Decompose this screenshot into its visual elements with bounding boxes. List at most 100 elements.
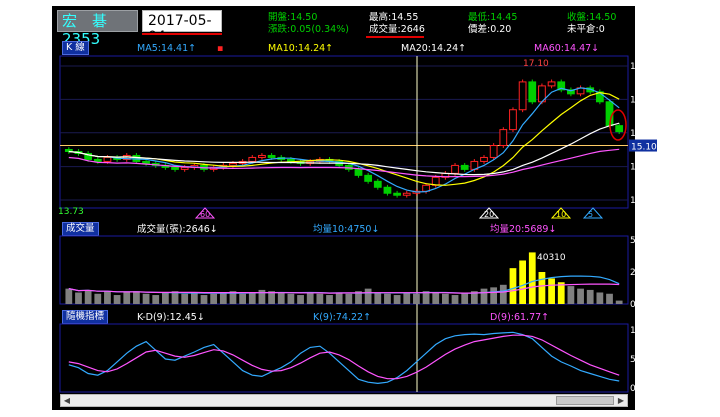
volume-bar <box>142 293 150 304</box>
peak-price-label: 17.10 <box>523 59 549 69</box>
volume-bar <box>200 295 208 304</box>
volume-bar <box>451 295 459 304</box>
scroll-left-icon[interactable]: ◀ <box>61 395 73 406</box>
candle-body <box>499 129 508 147</box>
volume-bar <box>113 295 121 304</box>
candle-body <box>171 166 179 170</box>
price-tick-label: 13.73 <box>630 196 656 206</box>
volume-avg10-line <box>68 275 620 294</box>
volume-bar <box>577 288 584 304</box>
volume-bar <box>615 300 623 304</box>
volume-bar <box>345 293 353 304</box>
volume-bar <box>287 293 295 304</box>
volume-bar <box>606 293 613 304</box>
candle-body <box>528 81 537 103</box>
ma-marker-label: 10 <box>556 210 566 219</box>
candle-body <box>402 192 411 196</box>
candle-body <box>547 81 556 87</box>
candle-body <box>180 166 189 170</box>
candle-body <box>373 180 382 188</box>
candle-body <box>354 168 363 176</box>
volume-bar <box>65 288 73 304</box>
volume-bar <box>393 295 401 304</box>
volume-bar <box>123 292 131 304</box>
volume-bar <box>403 292 411 304</box>
chart-scrollbar[interactable]: ◀ ▶ <box>60 394 628 407</box>
candle-body <box>518 81 527 111</box>
volume-bar <box>75 292 82 304</box>
volume-bar <box>528 252 536 304</box>
volume-bar <box>442 293 449 304</box>
volume-bar <box>316 293 324 304</box>
scroll-right-icon[interactable]: ▶ <box>615 395 627 406</box>
volume-bar <box>162 292 169 304</box>
candle-body <box>489 145 498 158</box>
candle-body <box>460 164 469 170</box>
volume-bar <box>190 292 198 304</box>
candle-body <box>509 109 517 131</box>
candle-body <box>267 154 276 158</box>
volume-bar <box>239 293 246 304</box>
volume-bar <box>499 284 507 304</box>
panel-border-3 <box>59 323 629 393</box>
volume-bar <box>326 295 333 304</box>
volume-bar <box>596 292 604 304</box>
volume-tick-label: 0 <box>630 300 636 310</box>
ma-marker-label: 5 <box>588 210 593 219</box>
ma-marker-label: 60 <box>200 210 210 219</box>
candle-body <box>480 156 488 162</box>
candle-body <box>383 186 392 194</box>
volume-bar <box>519 260 526 304</box>
kd-tick-label: 50 <box>630 355 642 365</box>
candle-body <box>615 125 624 133</box>
candle-body <box>229 162 237 166</box>
volume-bar <box>374 292 382 304</box>
candle-body <box>142 160 150 164</box>
volume-tick-label: 50000 <box>630 236 659 246</box>
volume-bar <box>104 291 111 304</box>
ma5-line <box>68 87 620 193</box>
volume-bar <box>210 293 218 304</box>
price-tick-label: 16.26 <box>630 95 656 105</box>
candle-body <box>103 156 112 162</box>
volume-avg20-line <box>68 283 620 294</box>
volume-bar <box>219 292 227 304</box>
volume-bar <box>586 289 594 304</box>
candle-body <box>451 164 459 174</box>
volume-bar <box>248 292 256 304</box>
volume-bar <box>277 292 285 304</box>
volume-bar <box>384 293 391 304</box>
volume-bar <box>509 268 517 304</box>
volume-bar <box>548 278 555 304</box>
volume-bar <box>461 292 469 304</box>
ma10-line <box>68 91 620 186</box>
scroll-thumb[interactable] <box>556 396 614 405</box>
ma-marker-label: 20 <box>484 210 494 219</box>
volume-bar <box>152 295 160 304</box>
current-price-label: 15.10 <box>631 143 657 153</box>
volume-bar <box>297 295 304 304</box>
candle-body <box>364 174 373 182</box>
volume-bar <box>413 293 420 304</box>
volume-bar <box>181 293 189 304</box>
low-price-label: 13.73 <box>58 207 84 217</box>
price-tick-label: 14.57 <box>630 163 656 173</box>
candle-body <box>248 156 257 162</box>
d-line <box>68 334 620 380</box>
candle-body <box>258 154 266 158</box>
volume-bar <box>480 288 488 304</box>
volume-bar <box>94 293 102 304</box>
volume-bar <box>432 292 440 304</box>
volume-bar <box>567 286 575 304</box>
kd-tick-label: 100 <box>630 326 647 336</box>
volume-bar <box>490 287 498 304</box>
kd-tick-label: 0 <box>630 384 636 394</box>
price-tick-label: 17.10 <box>630 62 656 72</box>
volume-bar <box>306 292 314 304</box>
panel-border-1 <box>59 55 629 209</box>
price-tick-label: 15.42 <box>630 129 656 139</box>
volume-bar <box>84 289 92 304</box>
stock-chart[interactable]: 17.10 16.26 15.42 14.57 13.73 15.10 17.10 13.73… <box>0 0 720 417</box>
volume-bar <box>538 272 546 304</box>
volume-bar <box>364 288 372 304</box>
